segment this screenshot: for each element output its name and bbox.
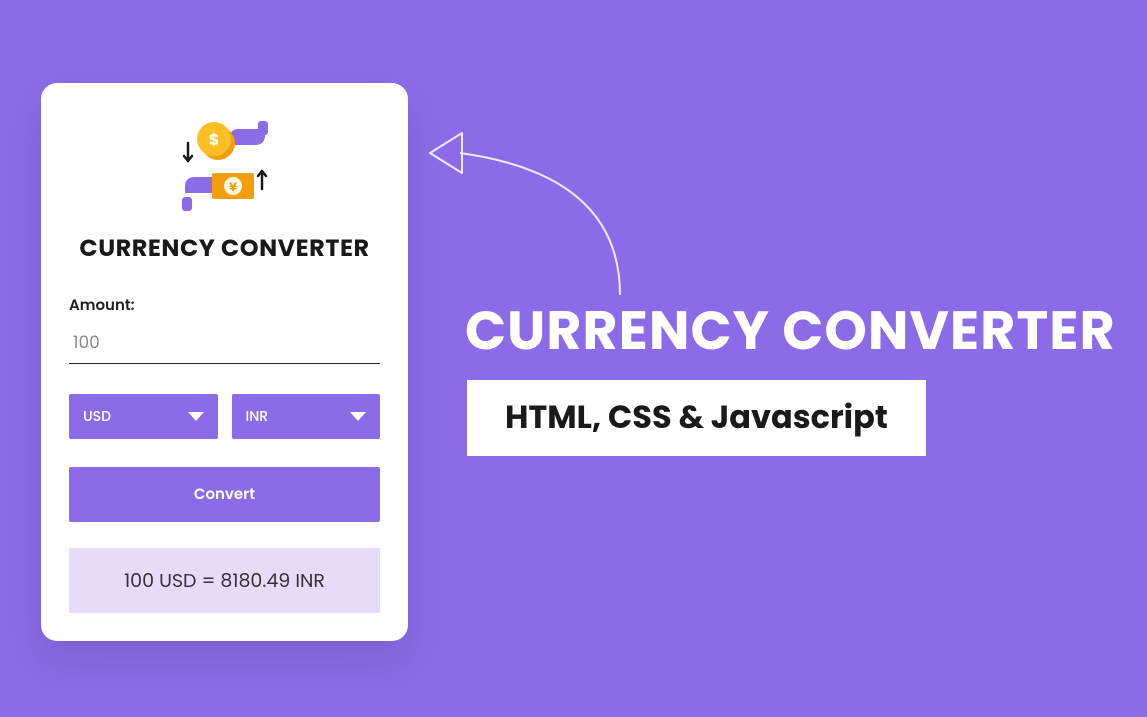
page-headline: CURRENCY CONVERTER xyxy=(465,290,1116,371)
convert-button[interactable]: Convert xyxy=(69,467,380,522)
decorative-arrow-icon xyxy=(420,115,640,305)
result-display: 100 USD = 8180.49 INR xyxy=(69,548,380,613)
svg-text:¥: ¥ xyxy=(228,179,236,196)
to-currency-value: INR xyxy=(246,406,269,427)
chevron-down-icon xyxy=(188,412,204,421)
from-currency-select[interactable]: USD xyxy=(69,394,218,439)
from-currency-value: USD xyxy=(83,406,111,427)
converter-card: $ ¥ CURRENCY CONVERTER Amount: USD INR C… xyxy=(41,83,408,641)
currency-exchange-icon: $ ¥ xyxy=(170,111,280,221)
currency-selects: USD INR xyxy=(69,394,380,439)
page-subheadline: HTML, CSS & Javascript xyxy=(467,380,926,456)
amount-label: Amount: xyxy=(69,294,380,317)
amount-input[interactable] xyxy=(69,323,380,364)
to-currency-select[interactable]: INR xyxy=(232,394,381,439)
chevron-down-icon xyxy=(350,412,366,421)
card-title: CURRENCY CONVERTER xyxy=(69,231,380,266)
svg-text:$: $ xyxy=(208,128,219,151)
